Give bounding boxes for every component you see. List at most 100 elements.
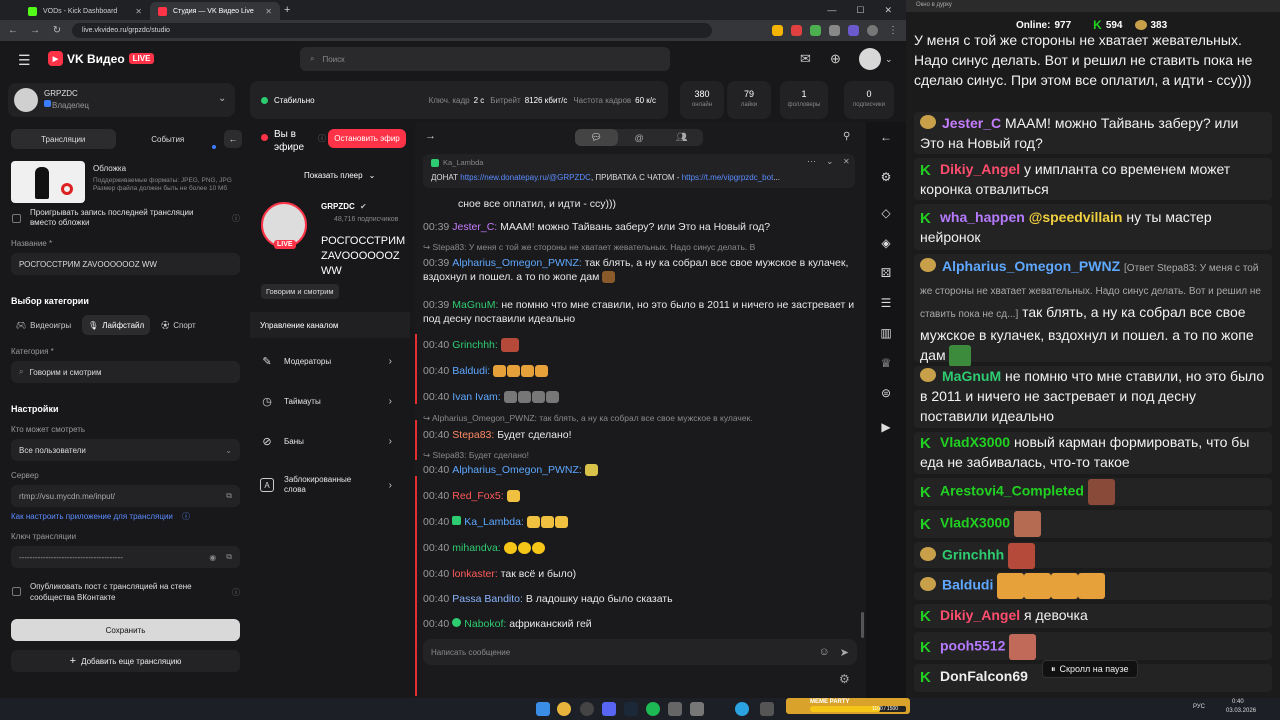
- close-tab-icon[interactable]: ✕: [265, 7, 272, 16]
- chat-input[interactable]: Написать сообщение ☺ ➤: [423, 639, 857, 665]
- message-author[interactable]: mihandva:: [452, 542, 500, 554]
- category-sport-tab[interactable]: ⚽︎ Спорт: [156, 315, 201, 335]
- clock-time[interactable]: 0:40: [1232, 699, 1244, 705]
- video-icon[interactable]: ▶: [878, 420, 894, 434]
- pinned-link[interactable]: https://new.donatepay.ru/@GRPZDC: [460, 173, 591, 182]
- menu-blocked-words[interactable]: A Заблокированные слова ›: [250, 466, 410, 504]
- app-icon[interactable]: [760, 702, 774, 716]
- chat-settings-icon[interactable]: ⚙: [839, 672, 850, 686]
- tab-kick-dashboard[interactable]: VODs - Kick Dashboard ✕: [20, 2, 150, 20]
- minimize-icon[interactable]: —: [827, 5, 836, 16]
- chat-scrollbar[interactable]: [861, 612, 864, 638]
- category-lifestyle-tab[interactable]: 🎙︎ Лайфстайл: [82, 315, 151, 335]
- message-author[interactable]: Ivan Ivam:: [452, 391, 500, 403]
- message-author[interactable]: Stepa83:: [452, 429, 494, 441]
- message-author[interactable]: Alpharius_Omegon_PWNZ:: [452, 257, 582, 269]
- message-author[interactable]: Alpharius_Omegon_PWNZ:: [452, 464, 582, 476]
- category-field[interactable]: ⌕ Говорим и смотрим: [11, 361, 240, 383]
- steam-icon[interactable]: [624, 702, 638, 716]
- close-tab-icon[interactable]: ✕: [135, 7, 142, 16]
- add-stream-button[interactable]: + Добавить еще трансляцию: [11, 650, 240, 672]
- vk-logo[interactable]: ▶ VK Видео LIVE: [48, 51, 155, 66]
- chat-bot-icon[interactable]: ⊜: [878, 386, 894, 400]
- extension-icon[interactable]: [848, 25, 859, 36]
- scroll-paused-toast[interactable]: ⏸ Скролл на паузе: [1042, 660, 1138, 678]
- pin-icon[interactable]: ⚲: [843, 131, 850, 142]
- chrome-icon[interactable]: [557, 702, 571, 716]
- play-last-checkbox[interactable]: [12, 214, 21, 223]
- stream-key-field[interactable]: --------------------------------------- …: [11, 546, 240, 568]
- back-arrow-icon[interactable]: ←: [6, 25, 20, 36]
- search-input[interactable]: ⌕ Поиск: [300, 47, 670, 71]
- menu-moderators[interactable]: ✎ Модераторы ›: [250, 344, 410, 378]
- who-can-watch-select[interactable]: Все пользователи ⌄: [11, 439, 240, 461]
- telegram-icon[interactable]: [735, 702, 749, 716]
- message-author[interactable]: Jester_C:: [452, 221, 497, 233]
- start-icon[interactable]: [536, 702, 550, 716]
- list-icon[interactable]: ☰: [878, 296, 894, 310]
- close-icon[interactable]: ✕: [843, 157, 850, 166]
- show-player-button[interactable]: Показать плеер ⌄: [304, 166, 400, 184]
- chat-back-icon[interactable]: →: [425, 130, 436, 142]
- chat-tab-mentions[interactable]: @: [618, 129, 661, 146]
- howto-link[interactable]: Как настроить приложение для трансляции: [11, 512, 173, 521]
- pinned-menu-icon[interactable]: ⋯: [807, 156, 816, 167]
- app-icon[interactable]: [668, 702, 682, 716]
- info-icon[interactable]: ⓘ: [232, 587, 240, 598]
- menu-burger-icon[interactable]: ☰: [18, 52, 31, 69]
- trophy-icon[interactable]: ♕: [878, 356, 894, 370]
- send-icon[interactable]: ➤: [840, 646, 849, 659]
- copy-icon[interactable]: ⧉: [226, 552, 232, 562]
- channel-selector[interactable]: GRPZDC Владелец ⌄: [8, 83, 235, 117]
- close-window-icon[interactable]: ✕: [884, 5, 892, 16]
- pinned-link[interactable]: https://t.me/vipgrpzdc_bot: [682, 173, 774, 182]
- server-field[interactable]: rtmp://vsu.mycdn.me/input/ ⧉: [11, 485, 240, 507]
- category-tag[interactable]: Говорим и смотрим: [261, 284, 339, 299]
- message-author[interactable]: Baldudi:: [452, 365, 490, 377]
- message-author[interactable]: Grinchhh:: [452, 339, 498, 351]
- tab-vk-studio[interactable]: Студия — VK Видео Live ✕: [150, 2, 280, 20]
- app-icon[interactable]: [690, 702, 704, 716]
- clock-date[interactable]: 03.03.2026: [1226, 708, 1256, 714]
- extension-icon[interactable]: [772, 25, 783, 36]
- stop-stream-button[interactable]: Остановить эфир: [328, 129, 406, 148]
- collapse-panel-button[interactable]: ←: [224, 130, 242, 148]
- stream-name-field[interactable]: РОСГОССТРИМ ZAVOOOOOOZ WW: [11, 253, 240, 275]
- category-games-tab[interactable]: 🎮︎ Видеоигры: [11, 315, 76, 335]
- lang-indicator[interactable]: РУС: [1193, 704, 1205, 710]
- avatar[interactable]: [859, 48, 881, 70]
- message-author[interactable]: lonkaster:: [452, 568, 498, 580]
- emoji-icon[interactable]: ☺: [819, 646, 830, 658]
- tab-streams[interactable]: Трансляции: [11, 129, 116, 149]
- arrow-left-icon[interactable]: ←: [878, 130, 894, 144]
- discord-icon[interactable]: [602, 702, 616, 716]
- gem-icon[interactable]: ◈: [878, 236, 894, 250]
- info-icon[interactable]: ⓘ: [232, 213, 240, 224]
- diamond-icon[interactable]: ◇: [878, 206, 894, 220]
- url-field[interactable]: live.vkvideo.ru/grpzdc/studio: [72, 23, 712, 38]
- help-icon[interactable]: ⓘ: [182, 511, 190, 522]
- chevron-down-icon[interactable]: ⌄: [885, 54, 893, 65]
- chat-tab-messages[interactable]: 💬︎: [575, 129, 618, 146]
- message-author[interactable]: Ka_Lambda:: [464, 516, 524, 528]
- eye-icon[interactable]: ◉: [209, 553, 216, 562]
- copy-icon[interactable]: ⧉: [226, 491, 232, 501]
- chat-tab-users[interactable]: 👥︎: [660, 129, 703, 146]
- menu-timeouts[interactable]: ◷ Таймауты ›: [250, 384, 410, 418]
- forward-arrow-icon[interactable]: →: [28, 25, 42, 36]
- reload-icon[interactable]: ↻: [50, 25, 64, 36]
- new-tab-icon[interactable]: +: [284, 4, 290, 16]
- message-author[interactable]: Passa Bandito:: [452, 593, 523, 605]
- settings-icon[interactable]: ⚙: [878, 170, 894, 184]
- stats-icon[interactable]: ▥: [878, 326, 894, 340]
- message-author[interactable]: Nabokof:: [464, 618, 506, 630]
- notifications-icon[interactable]: ✉: [800, 51, 811, 67]
- message-author[interactable]: MaGnuM:: [452, 299, 498, 311]
- cover-thumbnail[interactable]: [11, 161, 85, 203]
- menu-bans[interactable]: ⊘ Баны ›: [250, 424, 410, 458]
- chevron-down-icon[interactable]: ⌄: [826, 156, 834, 167]
- publish-post-checkbox[interactable]: [12, 587, 21, 596]
- obs-icon[interactable]: [580, 702, 594, 716]
- extension-icon[interactable]: [810, 25, 821, 36]
- spotify-icon[interactable]: [646, 702, 660, 716]
